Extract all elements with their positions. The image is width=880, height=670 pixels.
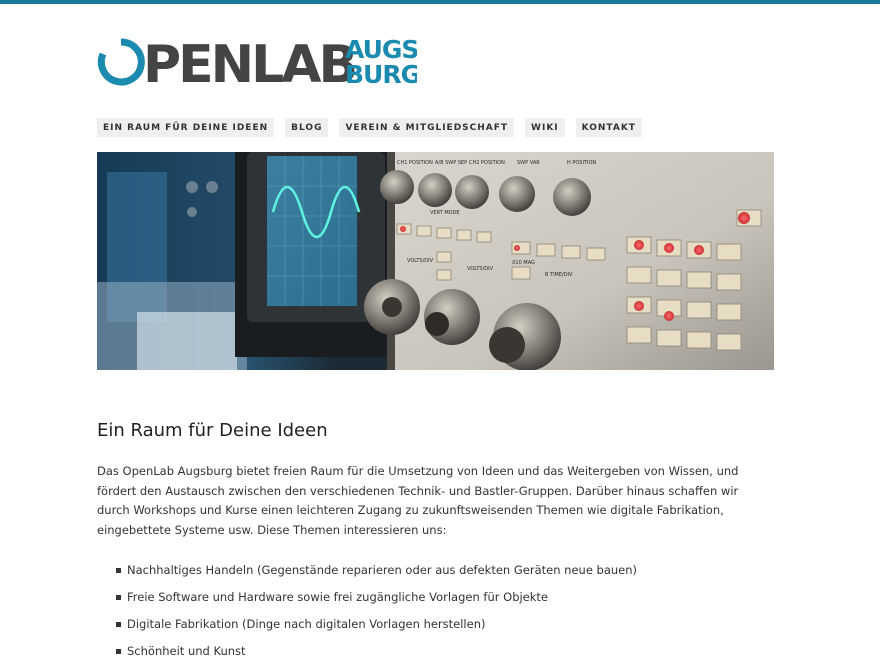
topics-list: Nachhaltiges Handeln (Gegenstände repari… [97,562,774,670]
list-item-text: Schönheit und Kunst [127,644,246,658]
intro-paragraph: Das OpenLab Augsburg bietet freien Raum … [97,464,739,537]
hero-label: VERT MODE [430,210,460,216]
bullet-icon [116,649,121,654]
top-accent-bar [0,0,880,4]
nav-item-kontakt[interactable]: KONTAKT [575,118,642,137]
bullet-icon [116,595,121,600]
main-content: Ein Raum für Deine Ideen Das OpenLab Aug… [97,420,774,670]
nav-item-ein-raum[interactable]: EIN RAUM FÜR DEINE IDEEN [97,118,275,137]
list-item: Digitale Fabrikation (Dinge nach digital… [97,616,774,643]
openlab-logo-icon: PENLAB AUGS BURG [97,35,417,90]
list-item-text: Digitale Fabrikation (Dinge nach digital… [127,617,486,631]
hero-image-oscilloscope: CH1 POSITION A/B SWP SEP CH2 POSITION SW… [97,152,774,370]
bullet-icon [116,622,121,627]
bullet-icon [116,568,121,573]
logo-text-burg: BURG [345,60,417,89]
hero-label: CH1 POSITION [397,160,433,166]
hero-label: B TIME/DIV [545,272,573,278]
list-item-text: Nachhaltiges Handeln (Gegenstände repari… [127,563,638,577]
page-title: Ein Raum für Deine Ideen [97,420,328,441]
site-logo[interactable]: PENLAB AUGS BURG [97,34,417,90]
list-item: Nachhaltiges Handeln (Gegenstände repari… [97,562,774,589]
main-navigation: EIN RAUM FÜR DEINE IDEEN BLOG VEREIN & M… [97,118,653,137]
list-item: Schönheit und Kunst [97,643,774,670]
nav-item-wiki[interactable]: WIKI [525,118,565,137]
hero-label: H POSITION [567,160,596,166]
hero-label: X10 MAG [512,260,535,266]
logo-text-main: PENLAB [143,35,355,90]
list-item: Freie Software und Hardware sowie frei z… [97,589,774,616]
nav-item-blog[interactable]: BLOG [285,118,329,137]
hero-label: VOLTS/DIV [467,266,494,272]
nav-item-verein[interactable]: VEREIN & MITGLIEDSCHAFT [339,118,515,137]
hero-label: CH2 POSITION [469,160,505,166]
hero-label: VOLTS/DIV [407,258,434,264]
hero-label: SWP VAR [517,160,540,166]
list-item-text: Freie Software und Hardware sowie frei z… [127,590,549,604]
hero-label: A/B SWP SEP [435,160,467,166]
